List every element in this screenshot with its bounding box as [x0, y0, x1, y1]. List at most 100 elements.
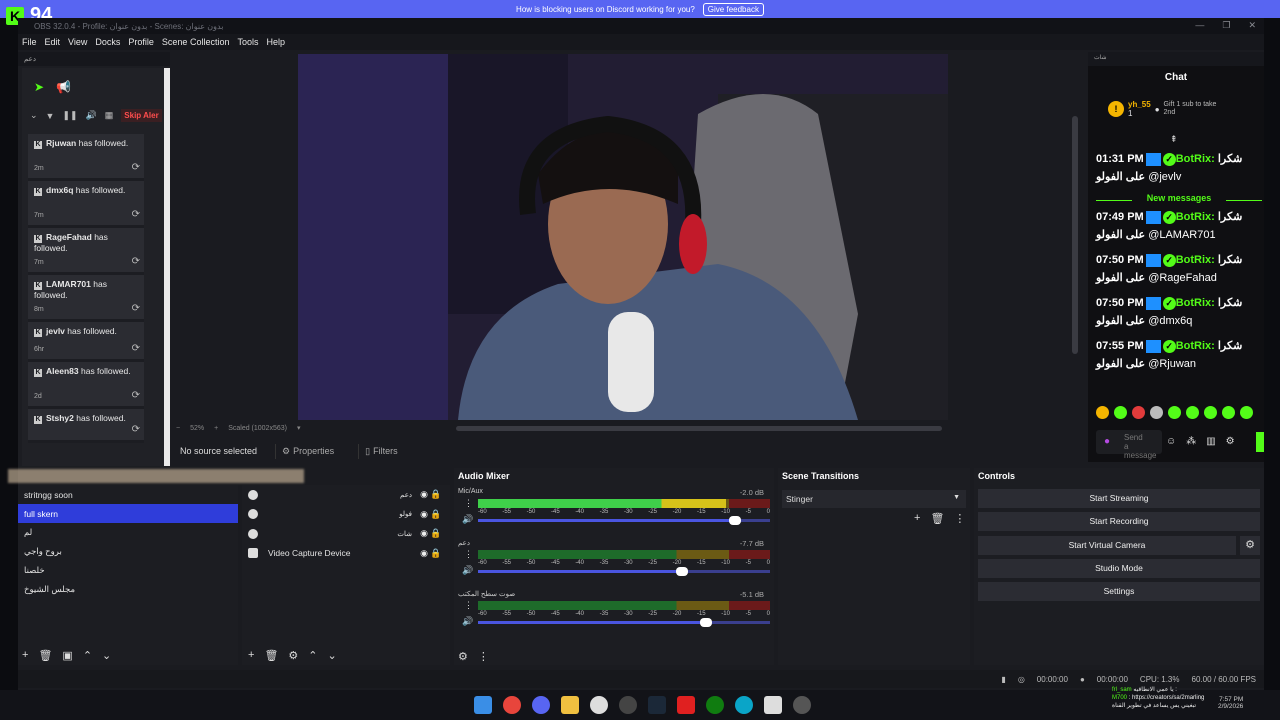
settings-button[interactable]: Settings — [978, 582, 1260, 601]
studio-mode-button[interactable]: Studio Mode — [978, 559, 1260, 578]
replay-icon[interactable]: ⟳ — [132, 303, 140, 314]
steam-icon[interactable] — [648, 696, 666, 714]
menu-edit[interactable]: Edit — [45, 37, 61, 47]
scene-item[interactable]: لم — [18, 523, 238, 542]
volume-icon[interactable]: 🔊 — [86, 110, 97, 121]
eye-icon[interactable]: ◉ — [418, 548, 430, 559]
layout-icon[interactable]: ▦ — [105, 110, 114, 121]
menu-icon[interactable]: ⋮ — [954, 512, 965, 525]
close-button[interactable]: ✕ — [1248, 20, 1256, 31]
volume-icon[interactable]: 🔊 — [462, 565, 473, 576]
message-user[interactable]: BotRix: — [1176, 297, 1215, 309]
volume-slider[interactable] — [478, 618, 770, 627]
replay-icon[interactable]: ⟳ — [132, 424, 140, 435]
message-user[interactable]: BotRix: — [1176, 211, 1215, 223]
store-icon[interactable]: ▥ — [1206, 436, 1215, 447]
emote-icon[interactable] — [1168, 406, 1181, 419]
volume-slider[interactable] — [478, 567, 770, 576]
down-icon[interactable]: ⌄ — [328, 649, 337, 662]
trash-icon[interactable]: 🗑 — [264, 649, 278, 662]
channel-menu-icon[interactable]: ⋮ — [464, 549, 473, 560]
lock-icon[interactable]: 🔒 — [430, 528, 442, 539]
replay-icon[interactable]: ⟳ — [132, 256, 140, 267]
message-mention[interactable]: @RageFahad — [1148, 272, 1217, 284]
add-icon[interactable]: + — [914, 512, 920, 525]
emote-icon[interactable] — [1150, 406, 1163, 419]
windows-start-icon[interactable] — [474, 696, 492, 714]
preview-vertical-scrollbar[interactable] — [1072, 116, 1078, 354]
up-icon[interactable]: ⌃ — [83, 649, 92, 662]
replay-icon[interactable]: ⟳ — [132, 209, 140, 220]
source-item[interactable]: شات ◉ 🔒 — [242, 524, 450, 544]
emote-icon[interactable] — [1186, 406, 1199, 419]
menu-help[interactable]: Help — [266, 37, 285, 47]
message-mention[interactable]: @dmx6q — [1148, 315, 1192, 327]
up-icon[interactable]: ⌃ — [308, 649, 317, 662]
channel-menu-icon[interactable]: ⋮ — [464, 600, 473, 611]
give-feedback-button[interactable]: Give feedback — [702, 2, 764, 16]
add-icon[interactable]: + — [22, 649, 28, 662]
virtual-camera-settings-icon[interactable]: ⚙ — [1240, 536, 1260, 555]
start-recording-button[interactable]: Start Recording — [978, 512, 1260, 531]
filters-button[interactable]: ▯ Filters — [358, 443, 403, 459]
message-mention[interactable]: @Rjuwan — [1148, 358, 1196, 370]
trash-icon[interactable]: 🗑 — [38, 649, 52, 662]
pause-icon[interactable]: ❚❚ — [62, 110, 77, 121]
zoom-out-button[interactable]: − — [176, 425, 180, 432]
eye-icon[interactable]: ◉ — [418, 528, 430, 539]
scene-item[interactable]: بروح واجي — [18, 542, 238, 561]
volume-icon[interactable]: 🔊 — [462, 514, 473, 525]
gear-icon[interactable]: ⚙ — [288, 649, 298, 662]
emote-icon[interactable] — [1222, 406, 1235, 419]
trash-icon[interactable]: 🗑 — [930, 512, 944, 525]
lock-icon[interactable]: 🔒 — [430, 489, 442, 500]
emoji-icon[interactable]: ☺ — [1166, 436, 1176, 447]
megaphone-icon[interactable]: 📢 — [56, 80, 71, 94]
menu-tools[interactable]: Tools — [237, 37, 258, 47]
sync-icon[interactable] — [590, 696, 608, 714]
minimize-button[interactable]: — — [1195, 20, 1204, 31]
microphone-icon[interactable]: ● — [1104, 436, 1110, 447]
store-icon[interactable] — [764, 696, 782, 714]
volume-slider-handle[interactable] — [676, 567, 689, 576]
source-item[interactable]: دعم ◉ 🔒 — [242, 485, 450, 505]
lock-icon[interactable]: 🔒 — [430, 509, 442, 520]
menu-icon[interactable]: ⋮ — [478, 650, 489, 663]
replay-icon[interactable]: ⟳ — [132, 343, 140, 354]
zoom-in-button[interactable]: + — [214, 425, 218, 432]
alerts-scrollbar[interactable] — [164, 68, 170, 466]
channel-menu-icon[interactable]: ⋮ — [464, 498, 473, 509]
volume-slider[interactable] — [478, 516, 770, 525]
emote-icon[interactable] — [1132, 406, 1145, 419]
message-mention[interactable]: @jevlv — [1148, 171, 1181, 183]
filter-icon[interactable]: ▼ — [46, 111, 55, 121]
send-icon[interactable]: ➤ — [34, 80, 44, 94]
menu-docks[interactable]: Docks — [95, 37, 120, 47]
message-user[interactable]: BotRix: — [1176, 340, 1215, 352]
menu-view[interactable]: View — [68, 37, 87, 47]
replay-icon[interactable]: ⟳ — [132, 162, 140, 173]
volume-slider-handle[interactable] — [699, 618, 712, 627]
chevron-down-icon[interactable]: ⌄ — [30, 110, 38, 121]
youtube-icon[interactable] — [677, 696, 695, 714]
emote-icon[interactable] — [1096, 406, 1109, 419]
settings-icon[interactable]: ⚙ — [458, 650, 468, 663]
down-icon[interactable]: ⌄ — [102, 649, 111, 662]
source-item[interactable]: فولو ◉ 🔒 — [242, 505, 450, 525]
scene-item[interactable]: stritngg soon — [18, 485, 238, 504]
pinned-icon[interactable]: ⇞ — [1170, 134, 1178, 145]
filter-icon[interactable]: ▣ — [62, 649, 72, 662]
menu-file[interactable]: File — [22, 37, 37, 47]
gear-icon[interactable]: ⚙ — [1226, 436, 1235, 447]
gift-text[interactable]: Gift 1 sub to take 2nd — [1164, 101, 1228, 117]
menu-profile[interactable]: Profile — [128, 37, 154, 47]
scene-item[interactable]: مجلس الشيوخ — [18, 580, 238, 599]
settings-icon[interactable] — [793, 696, 811, 714]
transition-select[interactable]: Stinger ▼ — [782, 490, 966, 508]
properties-button[interactable]: ⚙ Properties — [275, 443, 340, 459]
discord-icon[interactable] — [532, 696, 550, 714]
replay-icon[interactable]: ⟳ — [132, 390, 140, 401]
scene-item[interactable]: خلصنا — [18, 561, 238, 580]
scale-mode[interactable]: Scaled (1002x563) — [228, 425, 287, 432]
skip-alert-button[interactable]: Skip Aler — [121, 109, 162, 122]
